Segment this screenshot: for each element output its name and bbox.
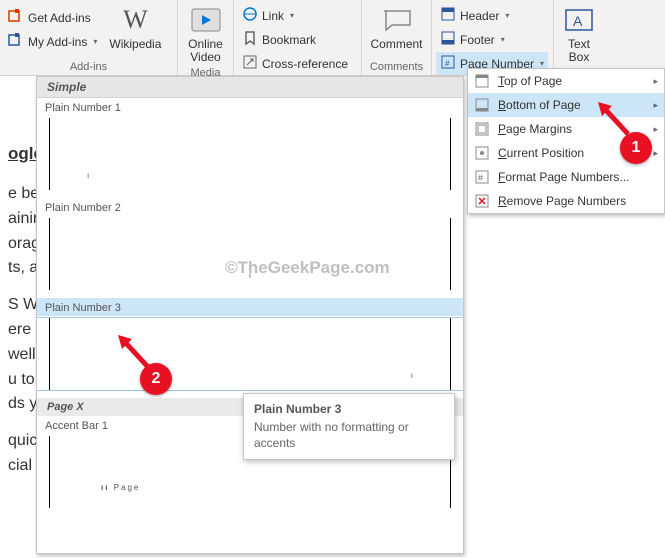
menu-label: Bottom of Page xyxy=(498,98,581,112)
comment-icon xyxy=(381,4,413,36)
get-addins-label: Get Add-ins xyxy=(28,11,91,25)
tooltip-plain-number-3: Plain Number 3 Number with no formatting… xyxy=(243,393,455,460)
text-box-icon: A xyxy=(563,4,595,36)
remove-icon xyxy=(474,193,490,209)
menu-label: Page Margins xyxy=(498,122,572,136)
bottom-page-icon xyxy=(474,97,490,113)
callout-1: 1 xyxy=(620,132,652,164)
link-label: Link xyxy=(262,9,284,23)
gallery-item-label: Plain Number 1 xyxy=(37,98,463,116)
chevron-down-icon: ▾ xyxy=(505,11,509,20)
link-icon xyxy=(242,6,258,25)
bookmark-label: Bookmark xyxy=(262,33,316,47)
online-video-button[interactable]: Online Video xyxy=(182,2,229,66)
top-page-icon xyxy=(474,73,490,89)
menu-top-of-page[interactable]: Top of Page ▸ xyxy=(468,69,664,93)
group-label-addins: Add-ins xyxy=(4,60,173,75)
header-label: Header xyxy=(460,9,499,23)
margins-icon xyxy=(474,121,490,137)
menu-label: Remove Page Numbers xyxy=(498,194,626,208)
menu-remove-page-numbers[interactable]: Remove Page Numbers xyxy=(468,189,664,213)
cross-ref-icon xyxy=(242,54,258,73)
chevron-right-icon: ▸ xyxy=(653,76,658,87)
gallery-header: Simple xyxy=(37,77,463,98)
cross-reference-button[interactable]: Cross-reference xyxy=(238,52,352,75)
gallery-item-plain-number-2[interactable]: Plain Number 2 ı xyxy=(37,198,463,290)
chevron-right-icon: ▸ xyxy=(653,100,658,111)
chevron-right-icon: ▸ xyxy=(653,124,658,135)
gallery-item-label: Plain Number 2 xyxy=(37,198,463,216)
chevron-right-icon: ▸ xyxy=(653,148,658,159)
chevron-down-icon: ▾ xyxy=(93,37,97,46)
tooltip-title: Plain Number 3 xyxy=(254,402,444,416)
link-button[interactable]: Link ▾ xyxy=(238,4,352,27)
ribbon: Get Add-ins My Add-ins ▾ W Wikipedia Add… xyxy=(0,0,665,76)
comment-label: Comment xyxy=(371,38,423,51)
get-addins-button[interactable]: Get Add-ins xyxy=(4,6,101,29)
wikipedia-icon: W xyxy=(119,4,151,36)
callout-2: 2 xyxy=(140,363,172,395)
menu-label: Top of Page xyxy=(498,74,562,88)
format-icon: # xyxy=(474,169,490,185)
online-video-label: Online Video xyxy=(188,38,223,64)
bookmark-button[interactable]: Bookmark xyxy=(238,28,352,51)
bookmark-icon xyxy=(242,30,258,49)
footer-icon xyxy=(440,30,456,49)
svg-text:A: A xyxy=(573,13,583,29)
group-label-comments: Comments xyxy=(366,60,427,75)
header-button[interactable]: Header ▾ xyxy=(436,4,548,27)
svg-text:#: # xyxy=(445,59,450,68)
menu-label: Format Page Numbers... xyxy=(498,170,629,184)
gallery-item-plain-number-1[interactable]: Plain Number 1 ı xyxy=(37,98,463,190)
gallery-body[interactable]: Plain Number 1 ı Plain Number 2 ı Plain … xyxy=(37,98,463,552)
footer-button[interactable]: Footer ▾ xyxy=(436,28,548,51)
gallery-item-label: Plain Number 3 xyxy=(37,298,463,316)
chevron-down-icon: ▾ xyxy=(290,11,294,20)
menu-format-page-numbers[interactable]: # Format Page Numbers... xyxy=(468,165,664,189)
my-addins-button[interactable]: My Add-ins ▾ xyxy=(4,30,101,53)
addins-icon xyxy=(8,8,24,27)
comment-button[interactable]: Comment xyxy=(366,2,427,53)
video-icon xyxy=(190,4,222,36)
footer-label: Footer xyxy=(460,33,495,47)
chevron-down-icon: ▾ xyxy=(501,35,505,44)
wikipedia-label: Wikipedia xyxy=(109,38,161,51)
my-addins-label: My Add-ins xyxy=(28,35,87,49)
wikipedia-button[interactable]: W Wikipedia xyxy=(103,2,167,53)
page-number-gallery: Simple Plain Number 1 ı Plain Number 2 ı… xyxy=(36,76,464,554)
tooltip-body: Number with no formatting or accents xyxy=(254,420,444,451)
svg-text:#: # xyxy=(478,173,483,183)
chevron-down-icon: ▾ xyxy=(540,59,544,68)
cross-ref-label: Cross-reference xyxy=(262,57,348,71)
text-box-label: Text Box xyxy=(568,38,590,64)
current-pos-icon xyxy=(474,145,490,161)
gallery-item-plain-number-3[interactable]: Plain Number 3 ı xyxy=(37,298,463,390)
menu-label: Current Position xyxy=(498,146,584,160)
my-addins-icon xyxy=(8,32,24,51)
header-icon xyxy=(440,6,456,25)
text-box-button[interactable]: A Text Box xyxy=(556,2,602,66)
page-number-icon: # xyxy=(440,54,456,73)
